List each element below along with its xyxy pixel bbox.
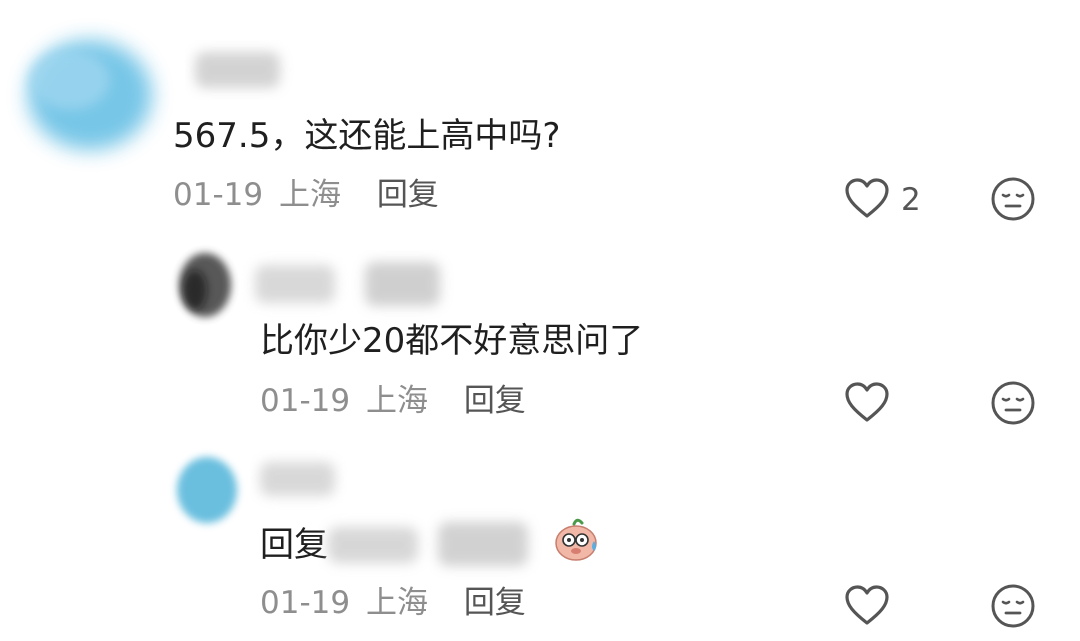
comment-meta: 01-19 上海 回复 [260, 588, 526, 619]
dislike-button[interactable] [990, 176, 1036, 226]
avatar[interactable] [0, 10, 180, 180]
dislike-button[interactable] [990, 583, 1036, 633]
comment-date: 01-19 [173, 177, 264, 213]
reply-button[interactable]: 回复 [464, 383, 526, 419]
comment-text: 比你少20都不好意思问了 [260, 321, 644, 361]
reply-button[interactable]: 回复 [464, 585, 526, 621]
comment-meta: 01-19 上海 回复 [173, 180, 439, 211]
like-count: 2 [901, 181, 921, 218]
comment-location: 上海 [365, 585, 428, 621]
comment-meta: 01-19 上海 回复 [260, 386, 526, 417]
meh-face-icon [990, 381, 1036, 430]
username-blurred[interactable] [250, 450, 350, 510]
comment-location: 上海 [365, 383, 428, 419]
comment-location: 上海 [278, 177, 341, 213]
mention-blurred[interactable] [318, 507, 548, 582]
reply-button[interactable]: 回复 [377, 177, 439, 213]
heart-outline-icon [843, 583, 891, 631]
comment-date: 01-19 [260, 585, 351, 621]
comment-date: 01-19 [260, 383, 351, 419]
meh-face-icon [990, 177, 1036, 226]
avatar[interactable] [165, 240, 245, 330]
avatar[interactable] [165, 445, 250, 535]
dislike-button[interactable] [990, 380, 1036, 430]
like-button[interactable] [843, 380, 901, 428]
username-blurred[interactable] [185, 40, 295, 100]
like-button[interactable] [843, 583, 901, 631]
comment-item: 567.5，这还能上高中吗? 01-19 上海 回复 2 [0, 0, 1080, 235]
username-blurred[interactable] [240, 250, 460, 320]
reply-item: 回复 01-19 上海 回复 [0, 435, 1080, 641]
meh-face-icon [990, 584, 1036, 633]
piggy-sweat-emoji [552, 515, 602, 569]
comment-text: 567.5，这还能上高中吗? [173, 116, 561, 156]
heart-outline-icon [843, 380, 891, 428]
reply-item: 比你少20都不好意思问了 01-19 上海 回复 [0, 235, 1080, 435]
like-button[interactable]: 2 [843, 176, 921, 224]
heart-outline-icon [843, 176, 891, 224]
